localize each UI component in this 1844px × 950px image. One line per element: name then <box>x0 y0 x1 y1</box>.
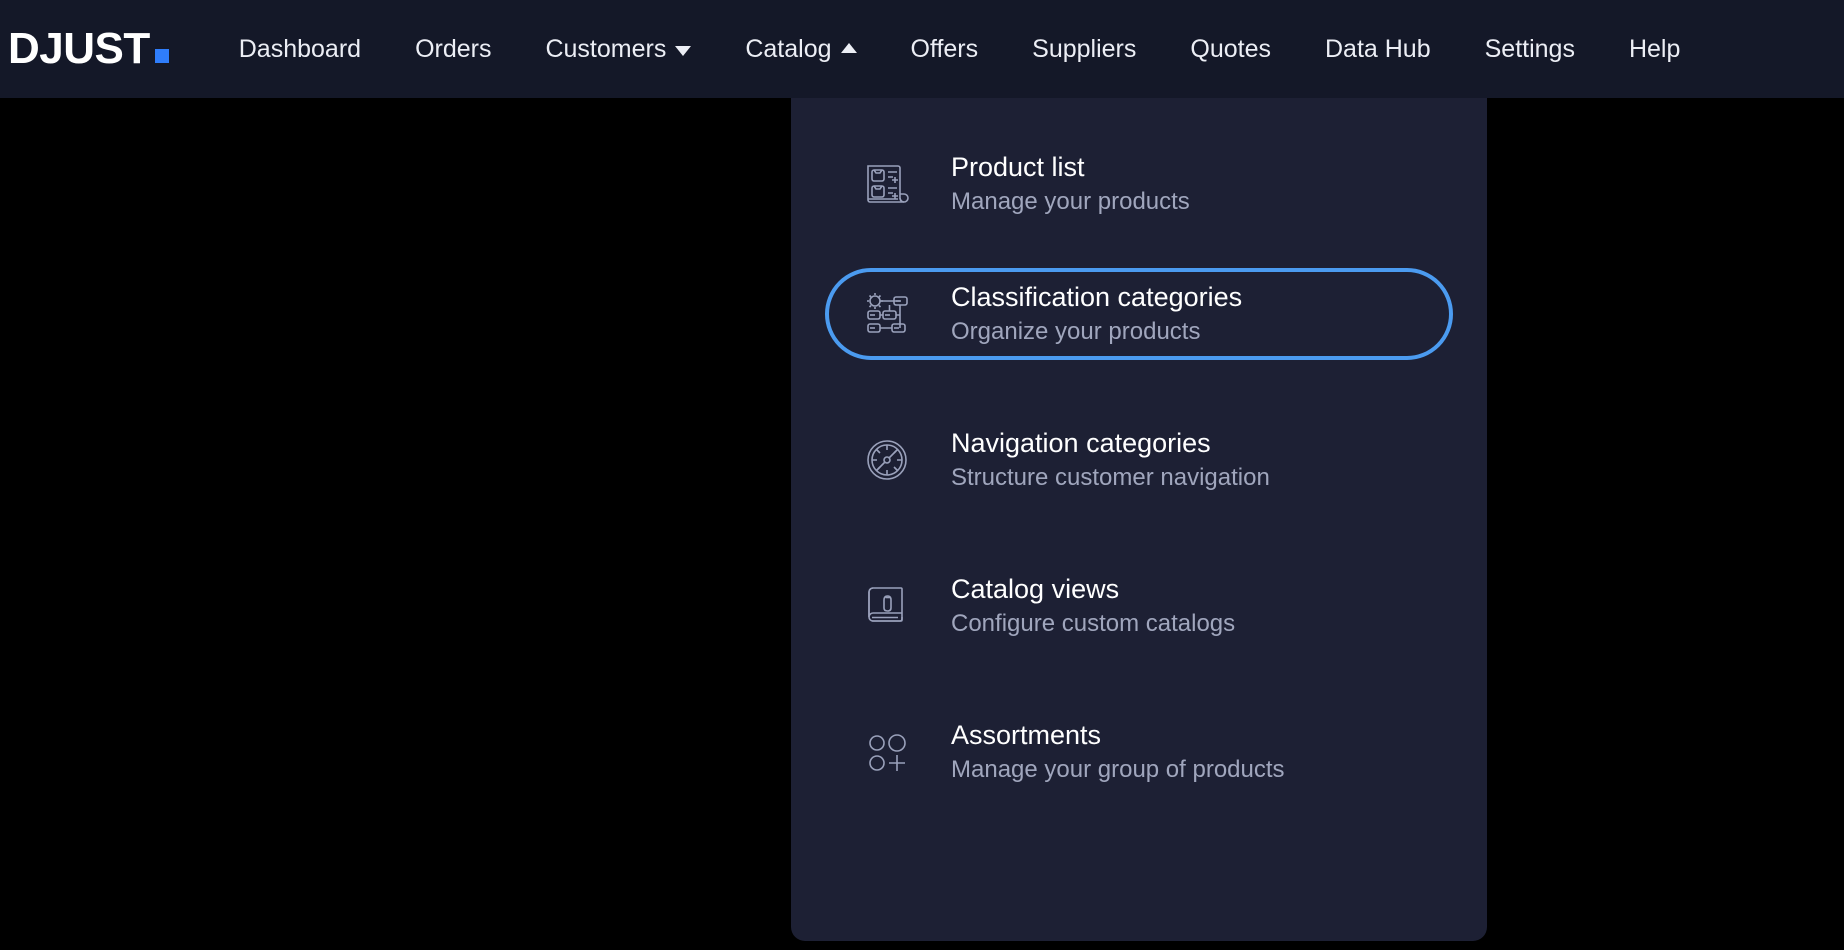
nav-item-label: Offers <box>910 34 979 63</box>
top-navbar: DJUST Dashboard Orders Customers Catalog… <box>0 0 1844 98</box>
brand-dot-icon <box>154 49 169 63</box>
nav-item-label: Catalog <box>745 34 832 63</box>
catalog-menu-list: Product list Manage your products Classi… <box>791 138 1487 798</box>
nav-item-quotes[interactable]: Quotes <box>1190 34 1271 63</box>
catalog-dropdown-panel: Product list Manage your products Classi… <box>791 98 1487 941</box>
product-list-icon <box>859 156 915 212</box>
brand-logo[interactable]: DJUST <box>8 27 169 71</box>
nav-item-label: Data Hub <box>1324 34 1431 63</box>
menu-item-text: Catalog views Configure custom catalogs <box>951 573 1236 637</box>
menu-item-product-list[interactable]: Product list Manage your products <box>825 138 1453 230</box>
brand-name: DJUST <box>8 24 150 73</box>
nav-item-dashboard[interactable]: Dashboard <box>238 34 362 63</box>
nav-items: Dashboard Orders Customers Catalog Offer… <box>238 34 1844 63</box>
menu-item-title: Navigation categories <box>951 427 1211 458</box>
circles-plus-icon <box>859 724 915 780</box>
nav-item-settings[interactable]: Settings <box>1484 34 1575 63</box>
nav-item-label: Settings <box>1484 34 1575 63</box>
nav-item-orders[interactable]: Orders <box>415 34 492 63</box>
menu-item-text: Navigation categories Structure customer… <box>951 427 1270 491</box>
nav-item-catalog[interactable]: Catalog <box>745 34 857 63</box>
menu-item-text: Product list Manage your products <box>951 151 1190 215</box>
menu-spacer <box>791 360 1487 414</box>
chevron-up-icon <box>840 42 857 53</box>
menu-item-catalog-views[interactable]: Catalog views Configure custom catalogs <box>825 560 1453 652</box>
app-root: DJUST Dashboard Orders Customers Catalog… <box>0 0 1844 950</box>
menu-item-title: Catalog views <box>951 573 1120 604</box>
nav-item-label: Dashboard <box>238 34 362 63</box>
menu-item-subtitle: Structure customer navigation <box>951 463 1270 491</box>
menu-item-subtitle: Organize your products <box>951 317 1201 345</box>
menu-item-text: Assortments Manage your group of product… <box>951 719 1285 783</box>
nav-item-customers[interactable]: Customers <box>545 34 692 63</box>
classification-tree-icon <box>859 286 915 342</box>
menu-item-text: Classification categories Organize your … <box>951 281 1243 345</box>
menu-item-classification-categories[interactable]: Classification categories Organize your … <box>825 268 1453 360</box>
nav-item-label: Help <box>1628 34 1681 63</box>
nav-item-label: Customers <box>545 34 667 63</box>
menu-item-subtitle: Manage your products <box>951 187 1190 215</box>
nav-item-label: Orders <box>415 34 492 63</box>
compass-icon <box>859 432 915 488</box>
menu-item-subtitle: Configure custom catalogs <box>951 609 1236 637</box>
menu-spacer <box>791 506 1487 560</box>
menu-item-assortments[interactable]: Assortments Manage your group of product… <box>825 706 1453 798</box>
nav-item-help[interactable]: Help <box>1628 34 1681 63</box>
nav-item-offers[interactable]: Offers <box>910 34 979 63</box>
nav-item-label: Quotes <box>1190 34 1271 63</box>
menu-item-subtitle: Manage your group of products <box>951 755 1285 783</box>
nav-item-suppliers[interactable]: Suppliers <box>1032 34 1137 63</box>
menu-item-title: Product list <box>951 151 1085 182</box>
menu-item-title: Assortments <box>951 719 1102 750</box>
menu-item-title: Classification categories <box>951 281 1243 312</box>
menu-spacer <box>791 230 1487 268</box>
book-icon <box>859 578 915 634</box>
nav-item-label: Suppliers <box>1032 34 1137 63</box>
chevron-down-icon <box>675 45 692 56</box>
nav-item-data-hub[interactable]: Data Hub <box>1324 34 1431 63</box>
menu-item-navigation-categories[interactable]: Navigation categories Structure customer… <box>825 414 1453 506</box>
menu-spacer <box>791 652 1487 706</box>
